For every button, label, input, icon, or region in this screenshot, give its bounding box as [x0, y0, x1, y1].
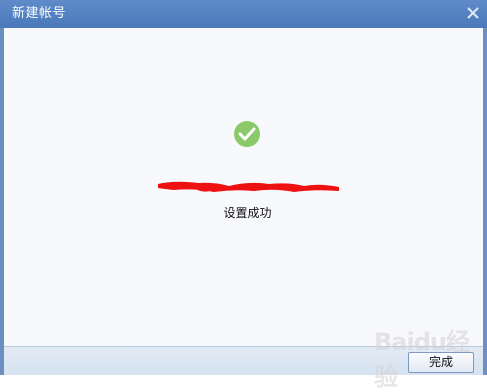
dialog-title: 新建帐号: [12, 6, 67, 21]
account-name-redacted: [154, 174, 344, 196]
check-circle-icon: [233, 120, 261, 148]
status-text: 设置成功: [223, 206, 272, 220]
dialog-content: 设置成功: [4, 28, 483, 346]
close-icon[interactable]: [463, 3, 483, 23]
watermark-logo: Baidu经验: [374, 328, 470, 391]
new-account-dialog: 新建帐号 设置成功 完成 Baidu经验: [0, 0, 487, 391]
dialog-titlebar: 新建帐号: [0, 0, 487, 28]
